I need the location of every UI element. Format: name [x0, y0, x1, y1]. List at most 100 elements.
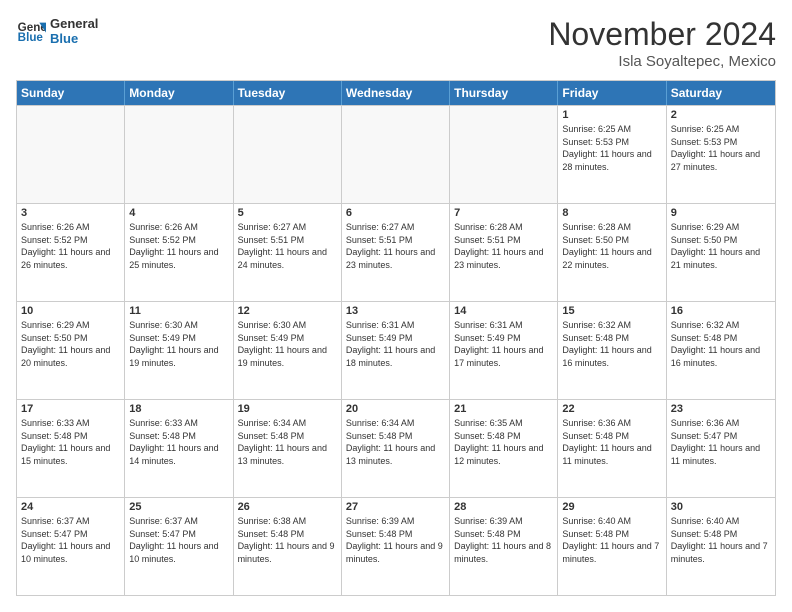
cell-info: Sunrise: 6:25 AM Sunset: 5:53 PM Dayligh…	[671, 123, 771, 173]
day-number: 22	[562, 403, 661, 415]
calendar-row: 1 Sunrise: 6:25 AM Sunset: 5:53 PM Dayli…	[17, 105, 775, 203]
calendar-row: 24 Sunrise: 6:37 AM Sunset: 5:47 PM Dayl…	[17, 497, 775, 595]
day-number: 30	[671, 501, 771, 513]
cell-info: Sunrise: 6:36 AM Sunset: 5:47 PM Dayligh…	[671, 417, 771, 467]
calendar: SundayMondayTuesdayWednesdayThursdayFrid…	[16, 80, 776, 596]
calendar-cell	[342, 106, 450, 203]
weekday-header: Wednesday	[342, 81, 450, 105]
cell-info: Sunrise: 6:36 AM Sunset: 5:48 PM Dayligh…	[562, 417, 661, 467]
calendar-cell: 12 Sunrise: 6:30 AM Sunset: 5:49 PM Dayl…	[234, 302, 342, 399]
logo: General Blue General Blue	[16, 16, 98, 46]
title-block: November 2024 Isla Soyaltepec, Mexico	[548, 16, 776, 70]
day-number: 23	[671, 403, 771, 415]
day-number: 17	[21, 403, 120, 415]
day-number: 14	[454, 305, 553, 317]
calendar-row: 10 Sunrise: 6:29 AM Sunset: 5:50 PM Dayl…	[17, 301, 775, 399]
day-number: 26	[238, 501, 337, 513]
logo-general: General	[50, 16, 98, 31]
day-number: 10	[21, 305, 120, 317]
cell-info: Sunrise: 6:32 AM Sunset: 5:48 PM Dayligh…	[671, 319, 771, 369]
cell-info: Sunrise: 6:29 AM Sunset: 5:50 PM Dayligh…	[21, 319, 120, 369]
calendar-cell: 26 Sunrise: 6:38 AM Sunset: 5:48 PM Dayl…	[234, 498, 342, 595]
day-number: 25	[129, 501, 228, 513]
cell-info: Sunrise: 6:34 AM Sunset: 5:48 PM Dayligh…	[346, 417, 445, 467]
cell-info: Sunrise: 6:27 AM Sunset: 5:51 PM Dayligh…	[346, 221, 445, 271]
calendar-cell: 13 Sunrise: 6:31 AM Sunset: 5:49 PM Dayl…	[342, 302, 450, 399]
weekday-header: Friday	[558, 81, 666, 105]
weekday-header: Monday	[125, 81, 233, 105]
cell-info: Sunrise: 6:31 AM Sunset: 5:49 PM Dayligh…	[346, 319, 445, 369]
day-number: 24	[21, 501, 120, 513]
calendar-cell: 20 Sunrise: 6:34 AM Sunset: 5:48 PM Dayl…	[342, 400, 450, 497]
day-number: 18	[129, 403, 228, 415]
cell-info: Sunrise: 6:31 AM Sunset: 5:49 PM Dayligh…	[454, 319, 553, 369]
logo-blue: Blue	[50, 31, 98, 46]
calendar-cell: 21 Sunrise: 6:35 AM Sunset: 5:48 PM Dayl…	[450, 400, 558, 497]
calendar-cell: 14 Sunrise: 6:31 AM Sunset: 5:49 PM Dayl…	[450, 302, 558, 399]
calendar-cell: 1 Sunrise: 6:25 AM Sunset: 5:53 PM Dayli…	[558, 106, 666, 203]
calendar-cell: 28 Sunrise: 6:39 AM Sunset: 5:48 PM Dayl…	[450, 498, 558, 595]
cell-info: Sunrise: 6:33 AM Sunset: 5:48 PM Dayligh…	[129, 417, 228, 467]
weekday-header: Sunday	[17, 81, 125, 105]
day-number: 15	[562, 305, 661, 317]
day-number: 4	[129, 207, 228, 219]
calendar-cell: 30 Sunrise: 6:40 AM Sunset: 5:48 PM Dayl…	[667, 498, 775, 595]
day-number: 2	[671, 109, 771, 121]
day-number: 21	[454, 403, 553, 415]
calendar-cell: 8 Sunrise: 6:28 AM Sunset: 5:50 PM Dayli…	[558, 204, 666, 301]
cell-info: Sunrise: 6:37 AM Sunset: 5:47 PM Dayligh…	[21, 515, 120, 565]
day-number: 7	[454, 207, 553, 219]
month-title: November 2024	[548, 16, 776, 53]
page-header: General Blue General Blue November 2024 …	[16, 16, 776, 70]
day-number: 28	[454, 501, 553, 513]
cell-info: Sunrise: 6:40 AM Sunset: 5:48 PM Dayligh…	[562, 515, 661, 565]
cell-info: Sunrise: 6:30 AM Sunset: 5:49 PM Dayligh…	[238, 319, 337, 369]
day-number: 29	[562, 501, 661, 513]
calendar-cell: 27 Sunrise: 6:39 AM Sunset: 5:48 PM Dayl…	[342, 498, 450, 595]
cell-info: Sunrise: 6:39 AM Sunset: 5:48 PM Dayligh…	[454, 515, 553, 565]
day-number: 16	[671, 305, 771, 317]
day-number: 12	[238, 305, 337, 317]
cell-info: Sunrise: 6:26 AM Sunset: 5:52 PM Dayligh…	[129, 221, 228, 271]
day-number: 6	[346, 207, 445, 219]
calendar-cell	[450, 106, 558, 203]
calendar-row: 3 Sunrise: 6:26 AM Sunset: 5:52 PM Dayli…	[17, 203, 775, 301]
calendar-cell: 15 Sunrise: 6:32 AM Sunset: 5:48 PM Dayl…	[558, 302, 666, 399]
calendar-cell: 25 Sunrise: 6:37 AM Sunset: 5:47 PM Dayl…	[125, 498, 233, 595]
calendar-cell: 5 Sunrise: 6:27 AM Sunset: 5:51 PM Dayli…	[234, 204, 342, 301]
calendar-cell: 11 Sunrise: 6:30 AM Sunset: 5:49 PM Dayl…	[125, 302, 233, 399]
weekday-header: Thursday	[450, 81, 558, 105]
calendar-cell: 22 Sunrise: 6:36 AM Sunset: 5:48 PM Dayl…	[558, 400, 666, 497]
cell-info: Sunrise: 6:27 AM Sunset: 5:51 PM Dayligh…	[238, 221, 337, 271]
calendar-cell	[125, 106, 233, 203]
calendar-cell: 16 Sunrise: 6:32 AM Sunset: 5:48 PM Dayl…	[667, 302, 775, 399]
calendar-header: SundayMondayTuesdayWednesdayThursdayFrid…	[17, 81, 775, 105]
cell-info: Sunrise: 6:25 AM Sunset: 5:53 PM Dayligh…	[562, 123, 661, 173]
cell-info: Sunrise: 6:29 AM Sunset: 5:50 PM Dayligh…	[671, 221, 771, 271]
cell-info: Sunrise: 6:34 AM Sunset: 5:48 PM Dayligh…	[238, 417, 337, 467]
calendar-cell: 7 Sunrise: 6:28 AM Sunset: 5:51 PM Dayli…	[450, 204, 558, 301]
cell-info: Sunrise: 6:30 AM Sunset: 5:49 PM Dayligh…	[129, 319, 228, 369]
calendar-cell: 24 Sunrise: 6:37 AM Sunset: 5:47 PM Dayl…	[17, 498, 125, 595]
calendar-cell	[234, 106, 342, 203]
calendar-cell: 17 Sunrise: 6:33 AM Sunset: 5:48 PM Dayl…	[17, 400, 125, 497]
cell-info: Sunrise: 6:33 AM Sunset: 5:48 PM Dayligh…	[21, 417, 120, 467]
day-number: 19	[238, 403, 337, 415]
day-number: 11	[129, 305, 228, 317]
weekday-header: Saturday	[667, 81, 775, 105]
calendar-cell: 6 Sunrise: 6:27 AM Sunset: 5:51 PM Dayli…	[342, 204, 450, 301]
calendar-cell: 23 Sunrise: 6:36 AM Sunset: 5:47 PM Dayl…	[667, 400, 775, 497]
calendar-body: 1 Sunrise: 6:25 AM Sunset: 5:53 PM Dayli…	[17, 105, 775, 595]
location: Isla Soyaltepec, Mexico	[548, 53, 776, 70]
cell-info: Sunrise: 6:40 AM Sunset: 5:48 PM Dayligh…	[671, 515, 771, 565]
calendar-cell: 29 Sunrise: 6:40 AM Sunset: 5:48 PM Dayl…	[558, 498, 666, 595]
calendar-cell: 19 Sunrise: 6:34 AM Sunset: 5:48 PM Dayl…	[234, 400, 342, 497]
weekday-header: Tuesday	[234, 81, 342, 105]
day-number: 5	[238, 207, 337, 219]
calendar-cell: 4 Sunrise: 6:26 AM Sunset: 5:52 PM Dayli…	[125, 204, 233, 301]
cell-info: Sunrise: 6:26 AM Sunset: 5:52 PM Dayligh…	[21, 221, 120, 271]
calendar-cell: 9 Sunrise: 6:29 AM Sunset: 5:50 PM Dayli…	[667, 204, 775, 301]
cell-info: Sunrise: 6:39 AM Sunset: 5:48 PM Dayligh…	[346, 515, 445, 565]
day-number: 20	[346, 403, 445, 415]
cell-info: Sunrise: 6:28 AM Sunset: 5:51 PM Dayligh…	[454, 221, 553, 271]
